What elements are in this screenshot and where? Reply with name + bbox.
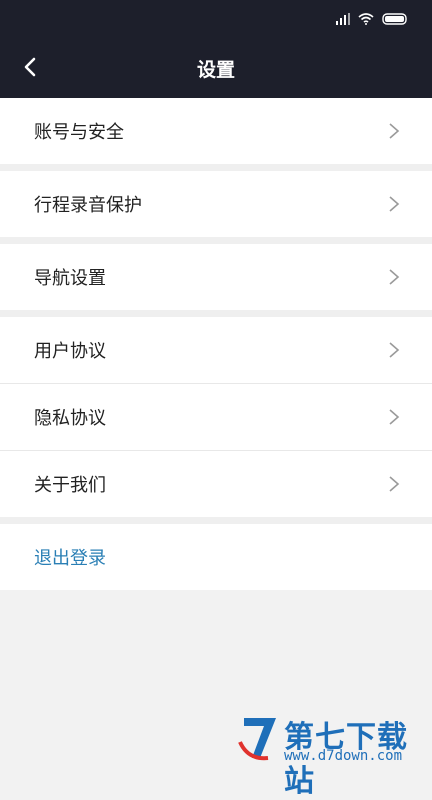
menu-item-navigation-settings[interactable]: 导航设置: [0, 244, 432, 310]
menu-item-about-us[interactable]: 关于我们: [0, 451, 432, 517]
watermark-url: www.d7down.com: [284, 748, 403, 764]
menu-item-label: 行程录音保护: [34, 195, 142, 216]
menu-item-privacy-agreement[interactable]: 隐私协议: [0, 384, 432, 450]
logout-label: 退出登录: [34, 548, 106, 569]
menu-item-label: 导航设置: [34, 268, 106, 289]
page-title: 设置: [196, 59, 235, 81]
section-gap: [0, 310, 432, 317]
signal-icon: [336, 13, 350, 25]
watermark-logo: [238, 718, 276, 761]
menu-item-user-agreement[interactable]: 用户协议: [0, 317, 432, 383]
chevron-right-icon: [389, 409, 400, 425]
chevron-right-icon: [389, 123, 400, 139]
menu-item-label: 用户协议: [34, 341, 106, 362]
menu-item-trip-recording[interactable]: 行程录音保护: [0, 171, 432, 237]
wifi-icon: [358, 13, 374, 25]
section-gap: [0, 517, 432, 524]
settings-list: 账号与安全 行程录音保护 导航设置 用户协议 隐私协议 关于我们 退出登录: [0, 98, 432, 590]
status-bar: [336, 10, 408, 28]
battery-icon: [382, 13, 407, 25]
chevron-right-icon: [389, 476, 400, 492]
section-gap: [0, 164, 432, 171]
menu-item-account-security[interactable]: 账号与安全: [0, 98, 432, 164]
chevron-right-icon: [389, 269, 400, 285]
chevron-right-icon: [389, 342, 400, 358]
watermark: 第七下载站 www.d7down.com: [238, 712, 432, 799]
top-bar: 设置: [0, 0, 432, 98]
section-gap: [0, 237, 432, 244]
menu-item-label: 隐私协议: [34, 408, 106, 429]
logout-button[interactable]: 退出登录: [0, 524, 432, 590]
menu-item-label: 账号与安全: [34, 122, 124, 143]
chevron-right-icon: [389, 196, 400, 212]
menu-item-label: 关于我们: [34, 475, 106, 496]
